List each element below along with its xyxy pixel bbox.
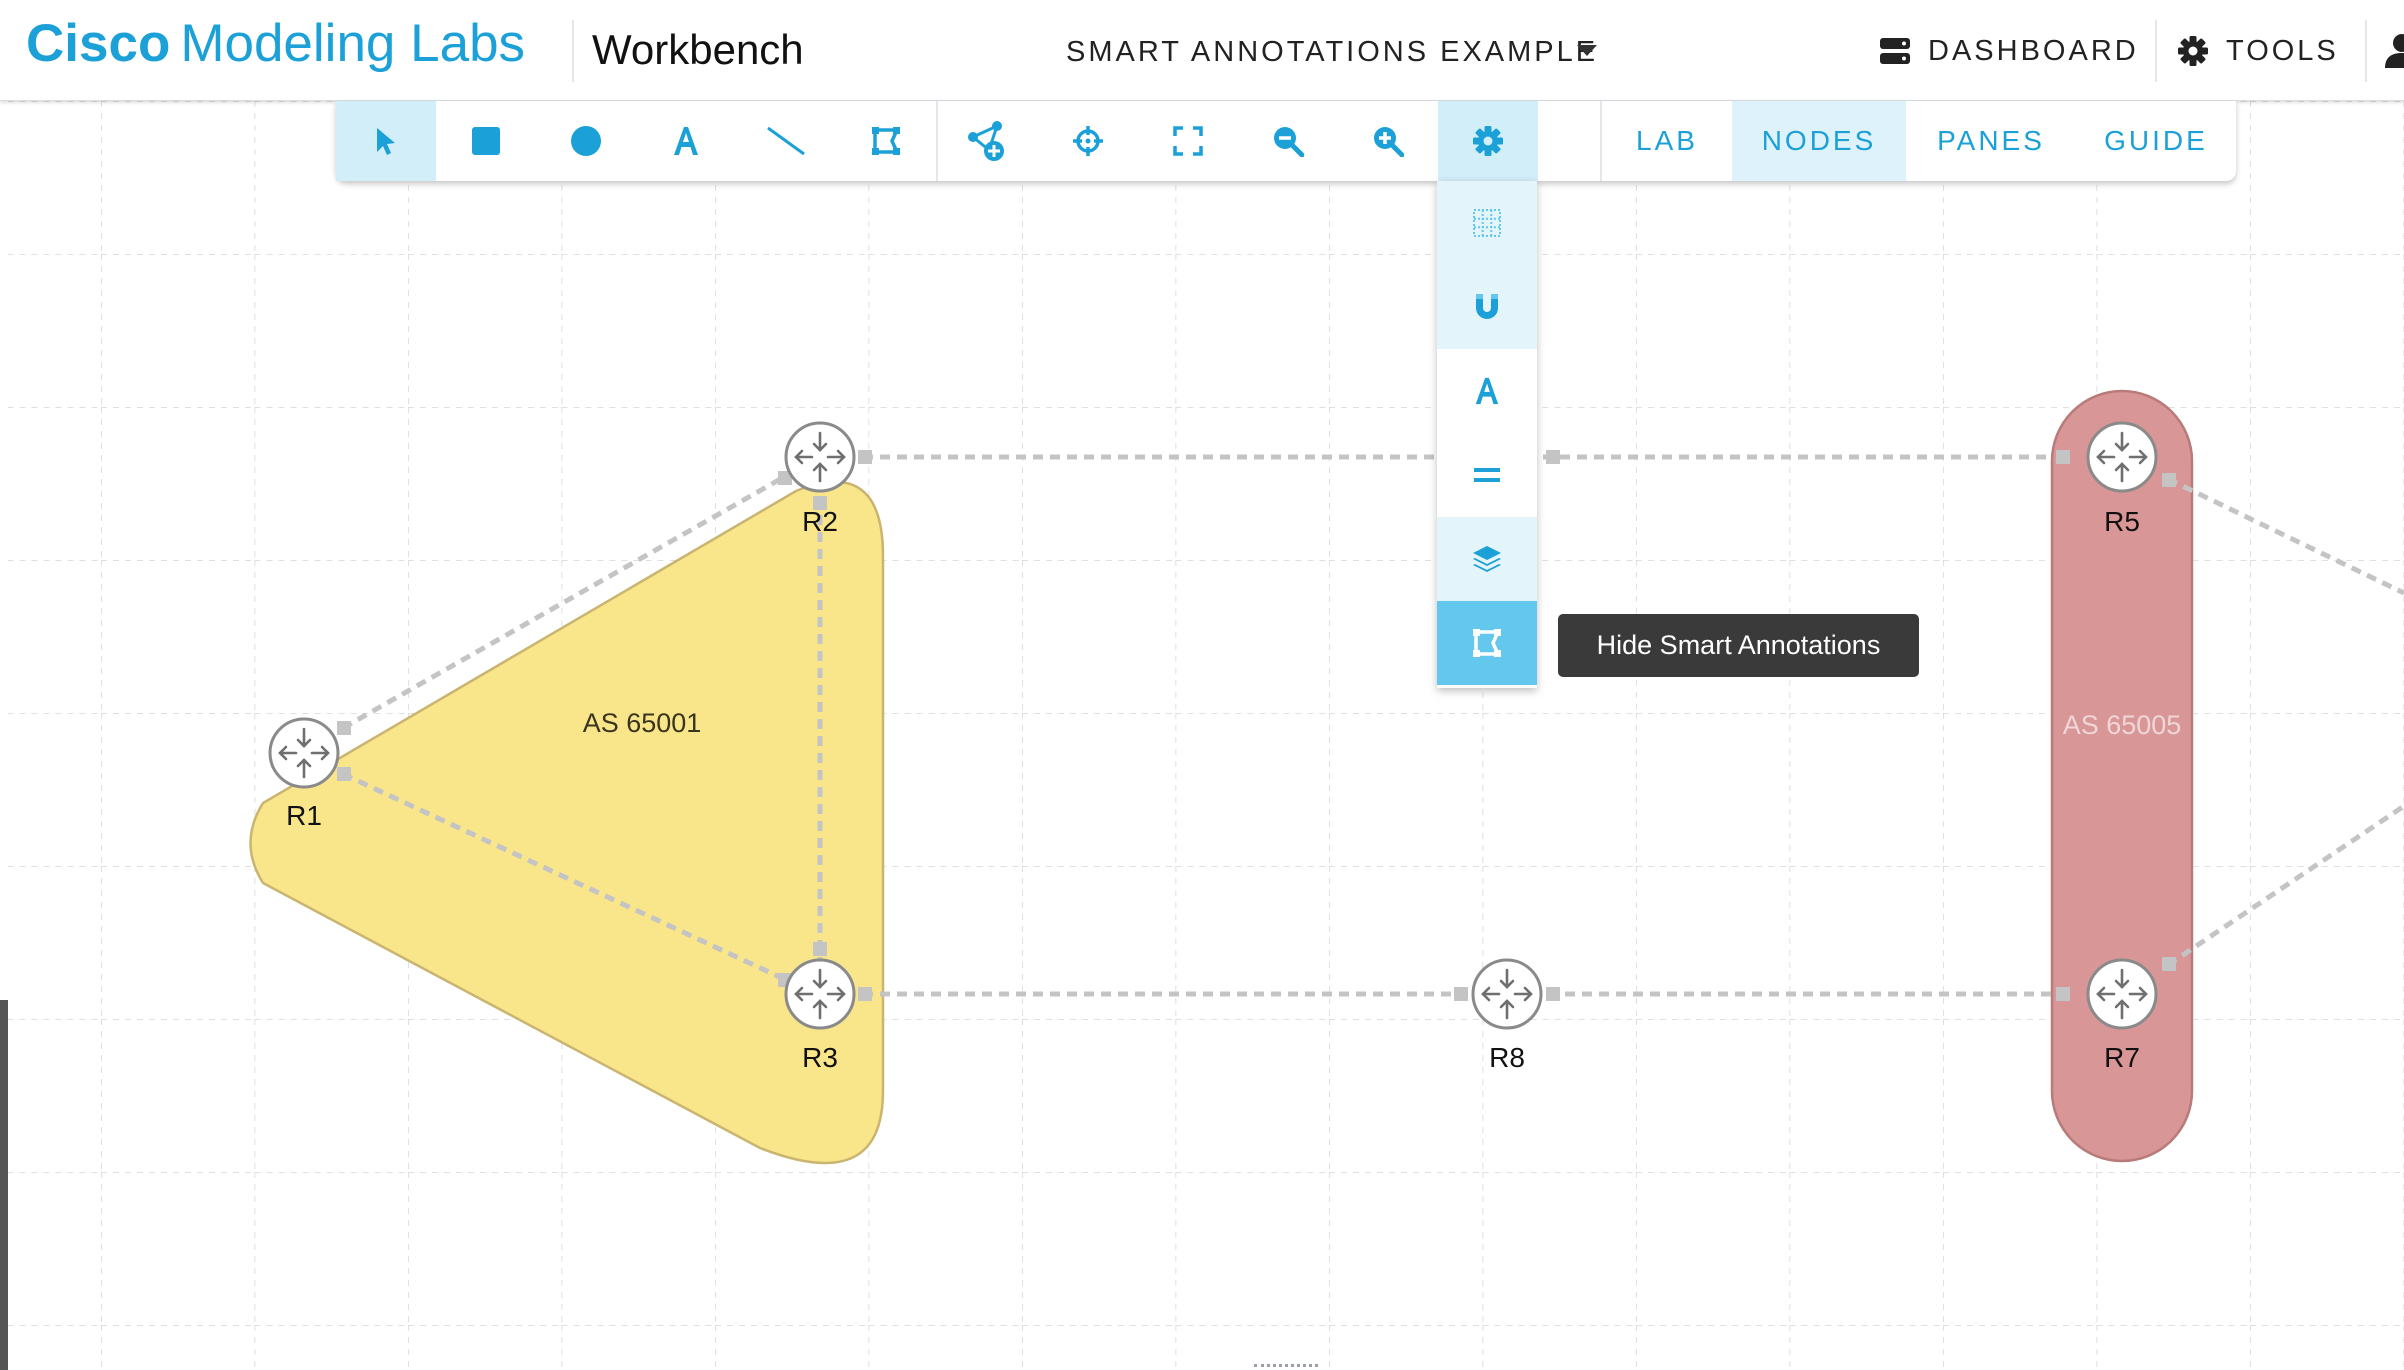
line-icon	[767, 126, 805, 156]
gear-icon	[2178, 36, 2208, 66]
topology-drawing[interactable]: R1 R2 R3 R5 R7 R8 AS 65001 AS 65005	[8, 101, 2404, 1370]
node-label-r5: R5	[2104, 506, 2140, 537]
tab-lab[interactable]: LAB	[1602, 101, 1732, 181]
line-tool[interactable]	[736, 101, 836, 181]
annotation-label-as65001: AS 65001	[583, 708, 702, 738]
fit-screen-tool[interactable]	[1138, 101, 1238, 181]
header-divider	[572, 20, 574, 82]
zoom-in-tool[interactable]	[1338, 101, 1438, 181]
node-label-r7: R7	[2104, 1042, 2140, 1073]
toggle-labels-button[interactable]	[1437, 349, 1537, 433]
ellipse-icon	[571, 126, 601, 156]
app-header: Cisco Modeling Labs Workbench SMART ANNOT…	[0, 0, 2404, 101]
header-divider	[2365, 20, 2367, 82]
grid-icon	[1473, 209, 1501, 237]
node-r5[interactable]	[2086, 421, 2158, 493]
node-r8[interactable]	[1471, 958, 1543, 1030]
smart-annotation-tool[interactable]	[836, 101, 936, 181]
window-edge	[0, 1000, 8, 1370]
center-tool[interactable]	[1038, 101, 1138, 181]
node-label-r2: R2	[802, 506, 838, 537]
ellipse-tool[interactable]	[536, 101, 636, 181]
pointer-tool[interactable]	[336, 101, 436, 181]
brand-name-light: Modeling Labs	[180, 14, 526, 73]
dashboard-label: DASHBOARD	[1928, 34, 2139, 67]
user-icon[interactable]	[2385, 34, 2404, 68]
node-r7[interactable]	[2086, 958, 2158, 1030]
server-icon	[1880, 38, 1910, 64]
text-tool[interactable]	[636, 101, 736, 181]
canvas-toolbar: LAB NODES PANES GUIDE	[336, 101, 2236, 181]
pointer-icon	[377, 128, 395, 155]
magnet-icon	[1476, 294, 1498, 319]
toggle-grid-button[interactable]	[1437, 181, 1537, 265]
hide-smart-annotations-button[interactable]	[1437, 601, 1537, 685]
node-r3[interactable]	[784, 958, 856, 1030]
zoom-out-icon	[1274, 127, 1304, 157]
lab-title-dropdown[interactable]: SMART ANNOTATIONS EXAMPLE	[1066, 32, 1598, 72]
chevron-down-icon[interactable]	[1577, 45, 1597, 56]
zoom-in-icon	[1374, 127, 1404, 157]
node-label-r3: R3	[802, 1042, 838, 1073]
tooltip: Hide Smart Annotations	[1558, 614, 1919, 677]
node-label-r1: R1	[286, 800, 322, 831]
fit-screen-icon	[1173, 126, 1203, 156]
toggle-link-labels-button[interactable]	[1437, 433, 1537, 517]
text-icon	[1475, 377, 1499, 405]
brand-logo[interactable]: Cisco Modeling Labs	[26, 14, 525, 74]
node-r1[interactable]	[268, 717, 340, 789]
text-icon	[674, 127, 698, 155]
tab-guide[interactable]: GUIDE	[2076, 101, 2236, 181]
brand-name-bold: Cisco	[26, 14, 171, 73]
tab-nodes[interactable]: NODES	[1732, 101, 1906, 181]
add-nodes-icon	[968, 121, 1004, 161]
tab-panes[interactable]: PANES	[1906, 101, 2076, 181]
canvas-grid	[8, 101, 2404, 1370]
rectangle-tool[interactable]	[436, 101, 536, 181]
resize-handle[interactable]	[1254, 1364, 1318, 1367]
dashboard-button[interactable]: DASHBOARD	[1880, 30, 2139, 72]
tools-label: TOOLS	[2226, 34, 2339, 67]
node-label-r8: R8	[1489, 1042, 1525, 1073]
smart-annotation-icon	[1473, 629, 1501, 657]
topology-canvas[interactable]: R1 R2 R3 R5 R7 R8 AS 65001 AS 65005	[8, 101, 2404, 1370]
layers-icon	[1473, 546, 1501, 572]
header-divider	[2155, 20, 2157, 82]
canvas-settings-menu	[1437, 181, 1537, 688]
smart-annotation-icon	[872, 127, 900, 155]
equals-icon	[1474, 468, 1500, 482]
node-r2[interactable]	[784, 421, 856, 493]
section-title: Workbench	[592, 26, 804, 73]
gear-icon	[1473, 126, 1503, 156]
canvas-settings-button[interactable]	[1438, 101, 1538, 181]
crosshair-icon	[1073, 126, 1103, 156]
snap-to-grid-button[interactable]	[1437, 265, 1537, 349]
add-nodes-tool[interactable]	[938, 101, 1038, 181]
toggle-layers-button[interactable]	[1437, 517, 1537, 601]
annotation-label-as65005: AS 65005	[2063, 710, 2182, 740]
zoom-out-tool[interactable]	[1238, 101, 1338, 181]
tools-button[interactable]: TOOLS	[2178, 30, 2339, 72]
rectangle-icon	[472, 127, 500, 155]
